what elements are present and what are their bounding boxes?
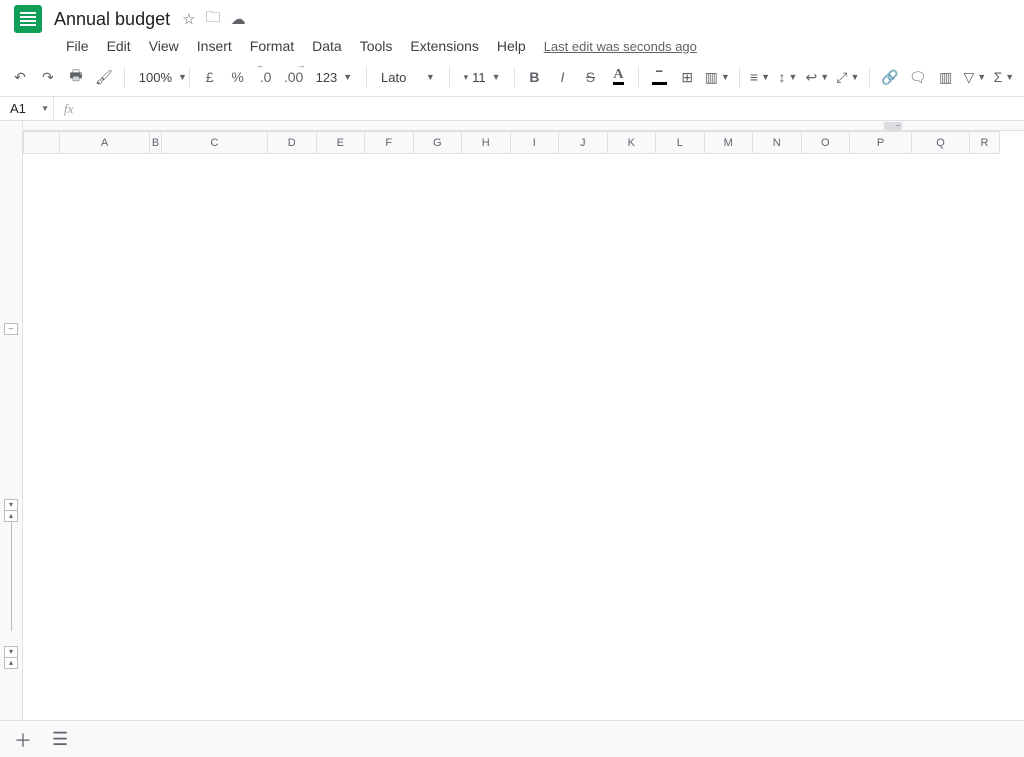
sheets-logo[interactable] (14, 5, 42, 33)
group-toggle[interactable]: ▴ (4, 657, 18, 669)
menu-view[interactable]: View (141, 34, 187, 58)
row-group-gutter[interactable]: – ▾ ▴ ▾ ▴ (0, 121, 23, 720)
cloud-saved-icon[interactable]: ☁ (231, 10, 246, 28)
merge-cells-button[interactable]: ▥▼ (703, 64, 731, 90)
functions-button[interactable]: Σ▼ (992, 64, 1016, 90)
increase-decimal-button[interactable]: .00→ (282, 64, 306, 90)
column-header[interactable]: H (462, 132, 511, 154)
column-header[interactable]: D (268, 132, 317, 154)
select-all-corner[interactable] (24, 132, 60, 154)
column-header[interactable]: M (704, 132, 753, 154)
menu-insert[interactable]: Insert (189, 34, 240, 58)
column-header[interactable]: Q (912, 132, 970, 154)
name-box[interactable]: A1▼ (0, 97, 54, 120)
column-header[interactable]: C (162, 132, 268, 154)
column-header[interactable]: J (559, 132, 608, 154)
undo-button[interactable]: ↶ (8, 64, 32, 90)
menu-file[interactable]: File (58, 34, 97, 58)
text-rotation-button[interactable]: ⤢▼ (835, 64, 861, 90)
menu-tools[interactable]: Tools (352, 34, 401, 58)
column-header[interactable]: B (150, 132, 162, 154)
fill-color-button[interactable]: 🭶 (647, 64, 671, 90)
document-name[interactable]: Annual budget (54, 9, 170, 30)
group-toggle[interactable]: – (4, 323, 18, 335)
text-wrap-button[interactable]: ↩▼ (804, 64, 831, 90)
column-header[interactable]: P (850, 132, 912, 154)
borders-button[interactable]: ⊞ (675, 64, 699, 90)
menu-extensions[interactable]: Extensions (402, 34, 486, 58)
create-filter-button[interactable]: ▽▼ (962, 64, 988, 90)
column-header[interactable]: R (970, 132, 1000, 154)
star-icon[interactable]: ☆ (182, 10, 195, 28)
column-header[interactable]: F (365, 132, 414, 154)
paint-format-button[interactable]: 🖌 (92, 64, 116, 90)
column-header[interactable]: N (753, 132, 802, 154)
column-header[interactable]: O (801, 132, 850, 154)
redo-button[interactable]: ↷ (36, 64, 60, 90)
strikethrough-button[interactable]: S (578, 64, 602, 90)
vertical-align-button[interactable]: ↕▼ (776, 64, 800, 90)
move-icon[interactable]: 🗀 (206, 7, 221, 32)
column-header[interactable]: E (316, 132, 365, 154)
insert-link-button[interactable]: 🔗 (878, 64, 902, 90)
text-color-button[interactable]: A (606, 64, 630, 90)
last-edit-info[interactable]: Last edit was seconds ago (544, 39, 697, 54)
horizontal-align-button[interactable]: ≡▼ (748, 64, 772, 90)
formula-bar[interactable] (83, 97, 1024, 120)
font-size-select[interactable]: ▾11▼ (458, 64, 506, 90)
column-header[interactable]: L (656, 132, 705, 154)
insert-comment-button[interactable]: 🗨 (906, 64, 930, 90)
menu-edit[interactable]: Edit (99, 34, 139, 58)
column-header[interactable]: I (510, 132, 559, 154)
menu-format[interactable]: Format (242, 34, 302, 58)
zoom-select[interactable]: 100%▼ (133, 64, 181, 90)
font-family-select[interactable]: Lato▼ (375, 64, 441, 90)
insert-chart-button[interactable]: ▥ (934, 64, 958, 90)
more-formats-button[interactable]: 123▼ (310, 64, 359, 90)
column-group-toggle[interactable]: – (884, 122, 902, 130)
column-header[interactable]: A (60, 132, 150, 154)
print-button[interactable]: 🖶 (64, 64, 88, 90)
menu-data[interactable]: Data (304, 34, 350, 58)
bold-button[interactable]: B (522, 64, 546, 90)
fx-icon: fx (54, 101, 83, 117)
italic-button[interactable]: I (550, 64, 574, 90)
decrease-decimal-button[interactable]: ←.0 (254, 64, 278, 90)
menu-help[interactable]: Help (489, 34, 534, 58)
add-sheet-button[interactable]: ＋ (8, 721, 38, 757)
all-sheets-button[interactable]: ☰ (46, 723, 74, 756)
format-currency-button[interactable]: £ (198, 64, 222, 90)
column-header[interactable]: K (607, 132, 656, 154)
spreadsheet-grid[interactable]: ABCDEFGHIJKLMNOPQR (23, 131, 1000, 154)
column-header[interactable]: G (413, 132, 462, 154)
format-percent-button[interactable]: % (226, 64, 250, 90)
